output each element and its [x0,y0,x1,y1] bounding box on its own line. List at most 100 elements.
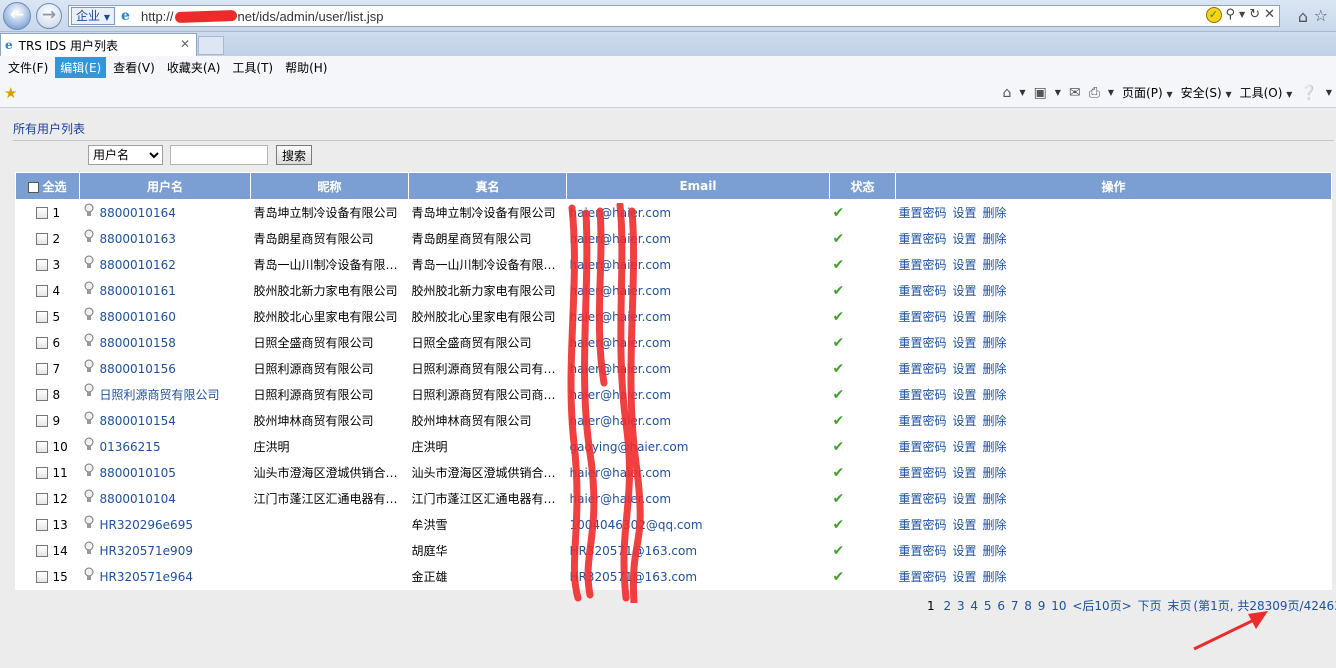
settings-link[interactable]: 设置 [953,466,977,480]
delete-link[interactable]: 删除 [983,466,1007,480]
username-link[interactable]: HR320571e964 [100,570,193,584]
print-icon[interactable]: ⎙ [1089,85,1100,101]
last-page-link[interactable]: 末页 [1167,599,1191,613]
settings-link[interactable]: 设置 [953,206,977,220]
row-checkbox[interactable] [35,285,48,297]
username-header[interactable]: 用户名 [79,172,251,200]
refresh-icon[interactable]: ↻ [1249,7,1260,23]
delete-link[interactable]: 删除 [983,388,1007,402]
back-button[interactable]: ← [3,2,31,30]
settings-link[interactable]: 设置 [953,414,977,428]
row-checkbox[interactable] [35,207,48,220]
close-tab-icon[interactable]: ✕ [180,37,190,51]
menu-tools[interactable]: 工具(T) [227,57,278,78]
username-link[interactable]: HR320571e909 [100,544,193,558]
tools-menu[interactable]: 工具(O) ▼ [1240,84,1293,101]
reset-password-link[interactable]: 重置密码 [899,232,947,246]
delete-link[interactable]: 删除 [983,336,1007,350]
delete-link[interactable]: 删除 [983,492,1007,506]
reset-password-link[interactable]: 重置密码 [899,544,947,558]
reset-password-link[interactable]: 重置密码 [899,336,947,350]
enterprise-mode-button[interactable]: 企业 ▼ [71,7,115,25]
row-checkbox[interactable] [35,493,48,505]
username-link[interactable]: 8800010156 [100,362,176,376]
settings-link[interactable]: 设置 [953,544,977,558]
username-link[interactable]: 8800010154 [100,414,176,428]
home-icon[interactable]: ⌂ [1298,7,1308,26]
row-checkbox[interactable] [35,467,48,479]
help-dropdown-icon[interactable]: ▼ [1326,88,1332,97]
reset-password-link[interactable]: 重置密码 [899,440,947,454]
delete-link[interactable]: 删除 [983,440,1007,454]
row-checkbox[interactable] [35,389,48,401]
rss-icon[interactable]: ▣ [1034,85,1047,101]
print-dropdown-icon[interactable]: ▼ [1108,88,1114,97]
row-checkbox[interactable] [35,337,48,349]
home-cmd-icon[interactable]: ⌂ [1003,85,1012,101]
row-checkbox[interactable] [35,259,48,271]
reset-password-link[interactable]: 重置密码 [899,206,947,220]
compatibility-icon[interactable]: ✓ [1205,7,1222,23]
reset-password-link[interactable]: 重置密码 [899,362,947,376]
delete-link[interactable]: 删除 [983,414,1007,428]
stop-icon[interactable]: ✕ [1264,7,1275,23]
menu-file[interactable]: 文件(F) [3,57,53,78]
help-icon[interactable]: ❔ [1300,85,1317,101]
page-link-5[interactable]: 5 [984,599,992,613]
delete-link[interactable]: 删除 [983,206,1007,220]
reset-password-link[interactable]: 重置密码 [899,310,947,324]
menu-view[interactable]: 查看(V) [108,57,160,78]
username-link[interactable]: 8800010164 [100,206,176,220]
row-checkbox[interactable] [35,519,48,531]
username-link[interactable]: HR320296e695 [100,518,193,532]
dropdown-icon[interactable]: ▼ [1239,7,1245,23]
page-link-10[interactable]: 10 [1051,599,1066,613]
reset-password-link[interactable]: 重置密码 [899,492,947,506]
url-field[interactable]: 企业 ▼ e http:// net/ids/admin/user/list.j… [68,5,1280,27]
settings-link[interactable]: 设置 [953,492,977,506]
delete-link[interactable]: 删除 [983,544,1007,558]
delete-link[interactable]: 删除 [983,310,1007,324]
settings-link[interactable]: 设置 [953,362,977,376]
page-link-2[interactable]: 2 [943,599,951,613]
tab-user-list[interactable]: e TRS IDS 用户列表 ✕ [0,33,197,56]
delete-link[interactable]: 删除 [983,258,1007,272]
page-link-9[interactable]: 9 [1038,599,1046,613]
row-checkbox[interactable] [35,545,48,557]
delete-link[interactable]: 删除 [983,570,1007,584]
username-link[interactable]: 8800010158 [100,336,176,350]
username-link[interactable]: 8800010160 [100,310,176,324]
rss-dropdown-icon[interactable]: ▼ [1055,88,1061,97]
delete-link[interactable]: 删除 [983,232,1007,246]
reset-password-link[interactable]: 重置密码 [899,518,947,532]
row-checkbox[interactable] [35,441,48,453]
settings-link[interactable]: 设置 [953,440,977,454]
page-menu[interactable]: 页面(P) ▼ [1122,84,1173,101]
select-all-checkbox[interactable] [28,181,40,193]
page-link-7[interactable]: 7 [1011,599,1019,613]
settings-link[interactable]: 设置 [953,336,977,350]
add-favorite-icon[interactable]: ★ [4,84,17,102]
page-link-8[interactable]: 8 [1024,599,1032,613]
settings-link[interactable]: 设置 [953,258,977,272]
settings-link[interactable]: 设置 [953,570,977,584]
reset-password-link[interactable]: 重置密码 [899,258,947,272]
page-link-3[interactable]: 3 [957,599,965,613]
settings-link[interactable]: 设置 [953,232,977,246]
settings-link[interactable]: 设置 [953,284,977,298]
menu-favorites[interactable]: 收藏夹(A) [162,57,226,78]
row-checkbox[interactable] [35,233,48,245]
delete-link[interactable]: 删除 [983,284,1007,298]
search-icon[interactable]: ⚲ [1226,7,1236,23]
next-page-link[interactable]: 下页 [1138,599,1162,613]
username-link[interactable]: 8800010105 [100,466,176,480]
page-link-6[interactable]: 6 [997,599,1005,613]
nickname-header[interactable]: 昵称 [250,172,409,200]
settings-link[interactable]: 设置 [953,310,977,324]
row-checkbox[interactable] [35,363,48,375]
row-checkbox[interactable] [35,415,48,427]
select-all-header[interactable]: 全选 [15,172,80,200]
row-checkbox[interactable] [35,571,48,583]
search-field-select[interactable]: 用户名 [88,145,163,165]
reset-password-link[interactable]: 重置密码 [899,570,947,584]
